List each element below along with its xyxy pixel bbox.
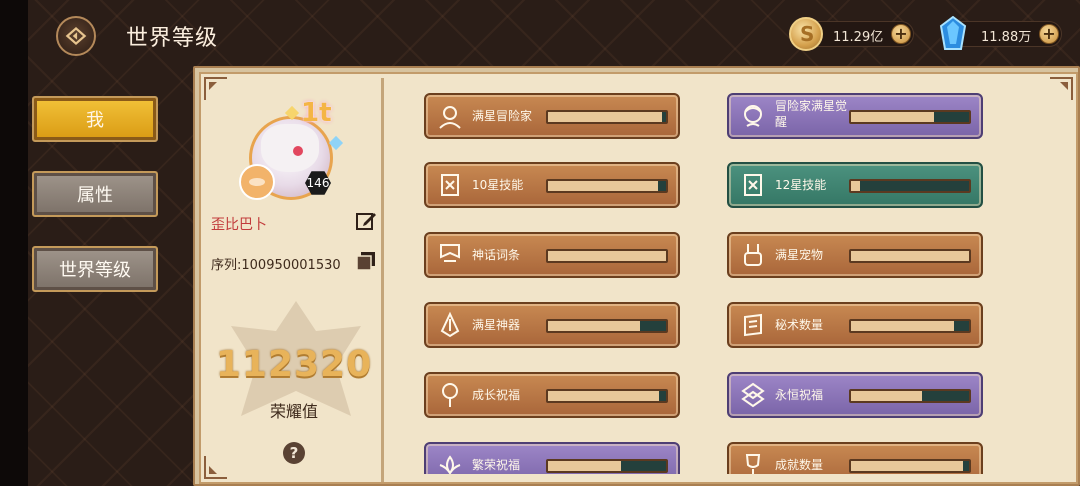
progress-bar-fill — [548, 391, 659, 401]
progress-item-label: 神话词条 — [472, 248, 521, 262]
progress-item-label: 秘术数量 — [775, 318, 824, 332]
progress-bar-fill — [548, 321, 641, 331]
progress-item-label: 成长祝福 — [472, 388, 521, 402]
spell-scroll-icon — [744, 313, 762, 337]
progress-grid: 满星冒险家 冒险家满星觉醒 10星技能 12星技能神话词条 满星宠物满星神器 秘术数量成长… — [0, 0, 1080, 474]
lotus-icon — [439, 455, 461, 474]
eternal-symbol-icon — [741, 382, 765, 408]
trophy-icon — [745, 454, 761, 474]
progress-bar-fill — [851, 321, 954, 331]
progress-bar — [849, 179, 971, 193]
progress-item[interactable]: 12星技能 — [727, 162, 983, 208]
progress-bar — [546, 459, 668, 473]
pet-icon — [744, 244, 762, 266]
progress-bar-fill — [548, 181, 658, 191]
progress-bar-fill — [548, 461, 622, 471]
progress-item[interactable]: 满星宠物 — [727, 232, 983, 278]
progress-bar — [849, 110, 971, 124]
artifact-icon — [440, 311, 460, 338]
banner-icon — [440, 244, 460, 262]
hooded-figure-icon — [439, 106, 461, 129]
progress-item-label: 满星冒险家 — [472, 109, 533, 123]
progress-item-label: 12星技能 — [775, 178, 827, 192]
progress-bar — [546, 110, 668, 124]
progress-item[interactable]: 繁荣祝福 — [424, 442, 680, 474]
progress-bar-fill — [851, 181, 861, 191]
progress-bar — [546, 319, 668, 333]
progress-item[interactable]: 10星技能 — [424, 162, 680, 208]
progress-bar-fill — [851, 251, 969, 261]
progress-item[interactable]: 永恒祝福 — [727, 372, 983, 418]
progress-bar-fill — [851, 112, 934, 122]
skill-scroll-icon — [441, 174, 459, 196]
progress-item-label: 永恒祝福 — [775, 388, 824, 402]
progress-item[interactable]: 满星冒险家 — [424, 93, 680, 139]
progress-item[interactable]: 冒险家满星觉醒 — [727, 93, 983, 139]
progress-bar-fill — [548, 112, 663, 122]
progress-item[interactable]: 满星神器 — [424, 302, 680, 348]
progress-bar-fill — [548, 251, 666, 261]
progress-item-label: 满星神器 — [472, 318, 521, 332]
progress-bar — [546, 179, 668, 193]
hero-face-icon — [744, 105, 762, 127]
progress-bar — [849, 319, 971, 333]
skill-scroll-icon — [744, 174, 762, 196]
progress-bar-fill — [851, 391, 922, 401]
progress-bar — [849, 249, 971, 263]
tree-icon — [442, 383, 458, 407]
progress-item[interactable]: 成长祝福 — [424, 372, 680, 418]
progress-item-label: 成就数量 — [775, 458, 824, 472]
progress-item[interactable]: 成就数量 — [727, 442, 983, 474]
progress-bar — [849, 459, 971, 473]
progress-bar-fill — [851, 461, 964, 471]
progress-bar — [546, 249, 668, 263]
progress-item[interactable]: 秘术数量 — [727, 302, 983, 348]
progress-item-label: 冒险家满星觉醒 — [775, 99, 848, 129]
progress-item-label: 繁荣祝福 — [472, 458, 521, 472]
progress-item-label: 10星技能 — [472, 178, 524, 192]
progress-bar — [546, 389, 668, 403]
progress-bar — [849, 389, 971, 403]
progress-item-label: 满星宠物 — [775, 248, 824, 262]
progress-item[interactable]: 神话词条 — [424, 232, 680, 278]
